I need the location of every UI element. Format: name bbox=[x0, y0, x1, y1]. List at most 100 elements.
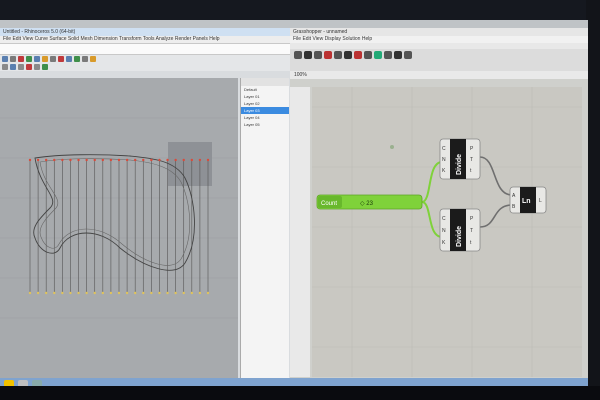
line-label: Ln bbox=[522, 198, 531, 205]
division-point bbox=[158, 158, 161, 162]
division-point bbox=[44, 291, 48, 295]
layer-row[interactable]: Layer 02 bbox=[241, 100, 289, 107]
grasshopper-menubar[interactable]: File Edit View Display Solution Help bbox=[290, 36, 588, 43]
component-icon[interactable] bbox=[374, 51, 382, 59]
layer-row-selected[interactable]: Layer 03 bbox=[241, 107, 289, 114]
component-icon[interactable] bbox=[384, 51, 392, 59]
divide-component-2[interactable]: Divide C N K P T t bbox=[439, 208, 481, 252]
screen: Untitled - Rhinoceros 5.0 (64-bit) File … bbox=[0, 20, 588, 388]
cursor-dot bbox=[390, 145, 394, 149]
bottom-points bbox=[28, 291, 210, 295]
component-icon[interactable] bbox=[404, 51, 412, 59]
tool-icon[interactable] bbox=[34, 56, 40, 62]
tool-icon[interactable] bbox=[42, 64, 48, 70]
component-icon[interactable] bbox=[364, 51, 372, 59]
tool-icon[interactable] bbox=[58, 56, 64, 62]
rhino-menubar[interactable]: File Edit View Curve Surface Solid Mesh … bbox=[0, 36, 290, 43]
viewport-gizmo bbox=[168, 142, 212, 186]
division-point bbox=[28, 291, 32, 295]
wire-slider-divide1 bbox=[421, 161, 443, 203]
division-point bbox=[190, 291, 194, 295]
slider-label: Count bbox=[321, 201, 337, 207]
divide-component-1[interactable]: Divide C N K P T t bbox=[439, 138, 481, 180]
division-point bbox=[69, 291, 72, 295]
division-point bbox=[77, 291, 80, 295]
tool-icon[interactable] bbox=[18, 64, 24, 70]
division-point bbox=[142, 291, 145, 295]
tool-icon[interactable] bbox=[26, 64, 32, 70]
division-point bbox=[53, 158, 56, 162]
divide-2-input[interactable]: C bbox=[442, 216, 446, 222]
component-icon[interactable] bbox=[324, 51, 332, 59]
tool-icon[interactable] bbox=[90, 56, 96, 62]
division-point bbox=[28, 158, 32, 162]
division-point bbox=[133, 158, 137, 162]
division-point bbox=[166, 158, 169, 162]
divide-1-input[interactable]: C bbox=[442, 146, 446, 152]
division-point bbox=[150, 158, 153, 162]
tool-icon[interactable] bbox=[2, 56, 8, 62]
component-icon[interactable] bbox=[354, 51, 362, 59]
component-icon[interactable] bbox=[314, 51, 322, 59]
tool-icon[interactable] bbox=[10, 64, 16, 70]
tool-icon[interactable] bbox=[18, 56, 24, 62]
divide-2-input[interactable]: N bbox=[442, 228, 446, 234]
division-point bbox=[77, 158, 80, 162]
divide-2-output[interactable]: T bbox=[470, 228, 473, 234]
division-point bbox=[182, 158, 185, 162]
component-icon[interactable] bbox=[304, 51, 312, 59]
divide-1-input[interactable]: N bbox=[442, 157, 446, 163]
component-icon[interactable] bbox=[294, 51, 302, 59]
rhino-command-line[interactable] bbox=[0, 43, 290, 55]
monitor-bezel-right bbox=[586, 0, 600, 400]
divide-2-label: Divide bbox=[456, 226, 463, 247]
division-point bbox=[69, 158, 72, 162]
division-point bbox=[158, 291, 161, 295]
division-point bbox=[133, 291, 137, 295]
grasshopper-canvas[interactable]: Count ◇ 23 Divide C N K P T t Divide C N… bbox=[312, 87, 582, 377]
layer-row[interactable]: Layer 04 bbox=[241, 114, 289, 121]
division-point bbox=[174, 158, 177, 162]
division-point bbox=[125, 291, 129, 295]
layer-row[interactable]: Default bbox=[241, 86, 289, 93]
division-point bbox=[125, 158, 129, 162]
line-output[interactable]: L bbox=[539, 198, 542, 204]
tool-icon[interactable] bbox=[10, 56, 16, 62]
count-slider[interactable]: Count ◇ 23 bbox=[316, 194, 423, 210]
tool-icon[interactable] bbox=[50, 56, 56, 62]
monitor-bezel-top bbox=[0, 0, 600, 22]
division-point bbox=[85, 291, 88, 295]
layers-panel: Default Layer 01 Layer 02 Layer 03 Layer… bbox=[240, 78, 289, 378]
definition-canvas[interactable]: Count ◇ 23 Divide C N K P T t Divide C N… bbox=[312, 87, 582, 377]
line-component[interactable]: Ln A B L bbox=[509, 186, 547, 214]
viewport-canvas[interactable] bbox=[0, 78, 238, 378]
layer-row[interactable]: Layer 01 bbox=[241, 93, 289, 100]
division-point bbox=[85, 158, 88, 162]
tool-icon[interactable] bbox=[34, 64, 40, 70]
rhino-viewport[interactable] bbox=[0, 78, 238, 378]
grasshopper-zoom[interactable]: 100% bbox=[290, 71, 588, 79]
tool-icon[interactable] bbox=[82, 56, 88, 62]
division-point bbox=[109, 291, 113, 295]
division-point bbox=[61, 291, 64, 295]
division-point bbox=[206, 291, 210, 295]
tool-icon[interactable] bbox=[2, 64, 8, 70]
tool-icon[interactable] bbox=[42, 56, 48, 62]
division-point bbox=[117, 291, 121, 295]
grasshopper-ribbon bbox=[290, 49, 588, 71]
monitor-bezel-bottom bbox=[0, 386, 600, 400]
grasshopper-title: Grasshopper - unnamed bbox=[290, 28, 588, 36]
tool-icon[interactable] bbox=[74, 56, 80, 62]
rhino-window: Untitled - Rhinoceros 5.0 (64-bit) File … bbox=[0, 28, 293, 386]
layer-row[interactable]: Layer 05 bbox=[241, 121, 289, 128]
division-point bbox=[109, 158, 113, 162]
tool-icon[interactable] bbox=[66, 56, 72, 62]
tool-icon[interactable] bbox=[26, 56, 32, 62]
divide-1-output[interactable]: T bbox=[470, 157, 473, 163]
division-point bbox=[117, 158, 121, 162]
rhino-toolbar-2 bbox=[0, 63, 290, 71]
component-icon[interactable] bbox=[394, 51, 402, 59]
component-icon[interactable] bbox=[334, 51, 342, 59]
division-point bbox=[101, 158, 105, 162]
component-icon[interactable] bbox=[344, 51, 352, 59]
